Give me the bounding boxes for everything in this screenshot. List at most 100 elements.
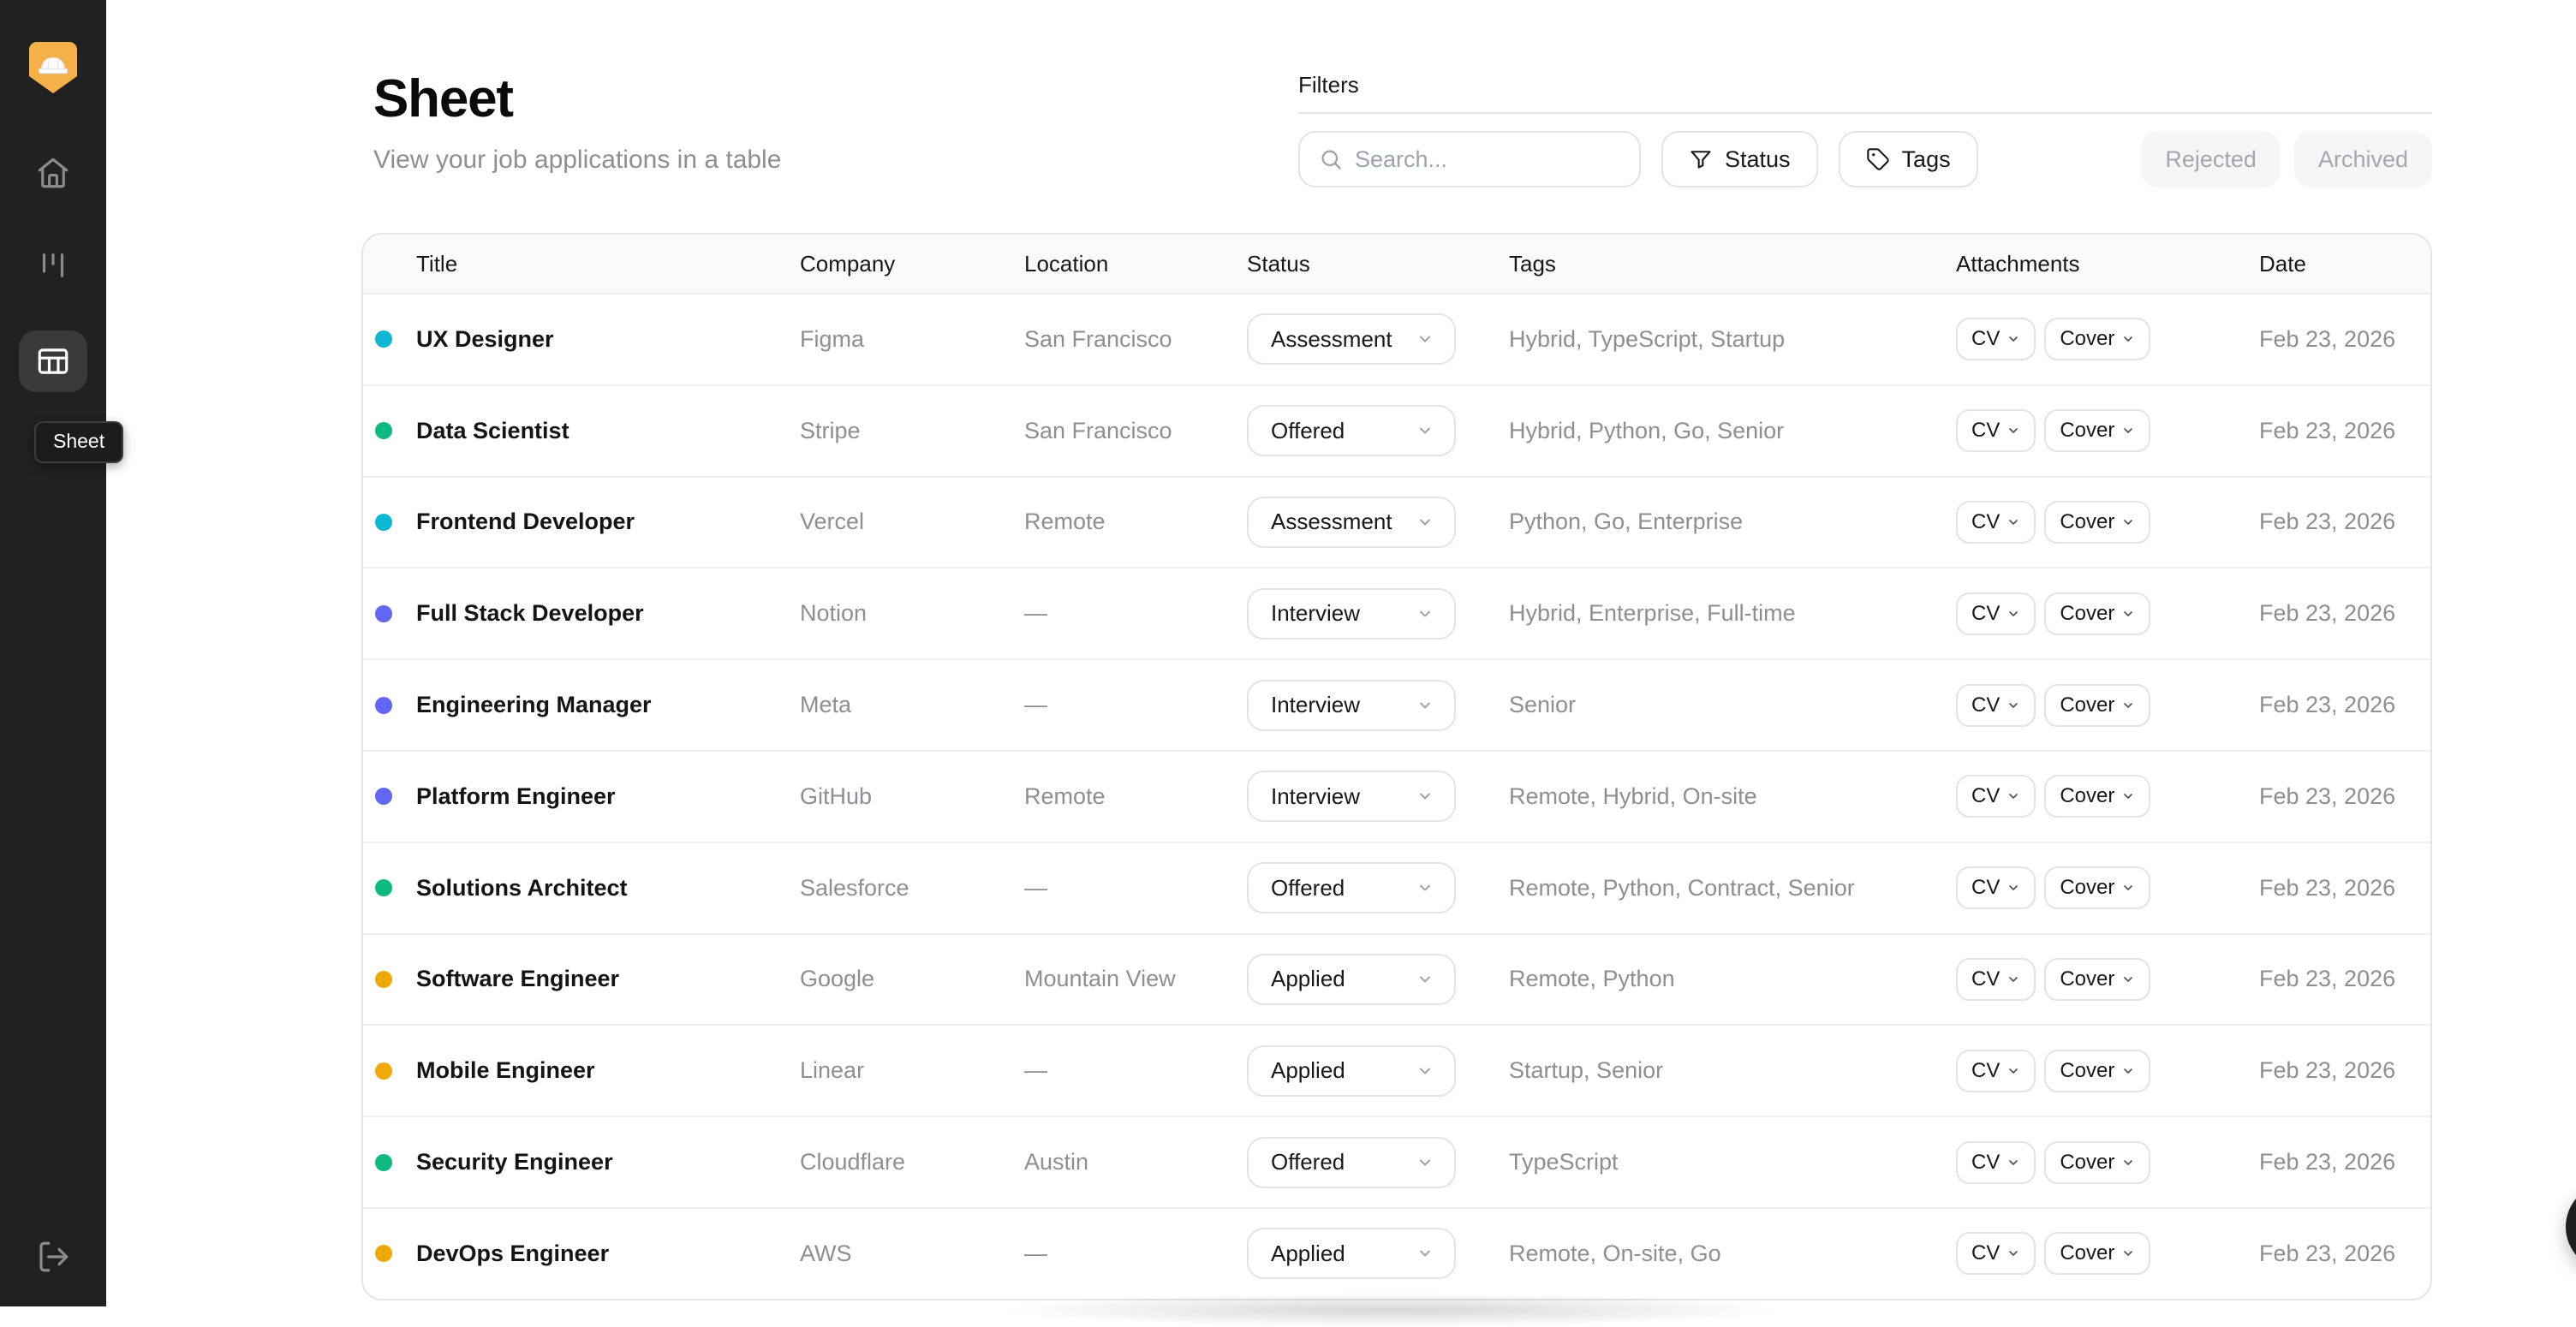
cv-attachment-button[interactable]: CV: [1956, 318, 2036, 361]
sidebar-item-home[interactable]: [19, 142, 87, 204]
cover-attachment-button[interactable]: Cover: [2044, 1232, 2151, 1276]
company-cell: Vercel: [800, 509, 865, 535]
status-cell: Interview: [1247, 771, 1509, 823]
status-dropdown[interactable]: Interview: [1247, 679, 1456, 731]
table-row[interactable]: UX Designer Figma San Francisco Assessme…: [363, 295, 2430, 386]
sidebar-item-logout[interactable]: [19, 1226, 87, 1288]
job-title-cell: Software Engineer: [363, 966, 800, 992]
table-row[interactable]: Engineering Manager Meta — Interview Sen…: [363, 660, 2430, 752]
status-dropdown[interactable]: Applied: [1247, 1044, 1456, 1097]
cv-label: CV: [1971, 1058, 2001, 1082]
cover-label: Cover: [2060, 876, 2115, 900]
home-icon: [38, 158, 69, 188]
tags-cell: Remote, Python: [1509, 966, 1675, 992]
applications-table: Title Company Location Status Tags Attac…: [361, 233, 2432, 1300]
table-row[interactable]: Security Engineer Cloudflare Austin Offe…: [363, 1117, 2430, 1209]
tags-cell: Hybrid, Enterprise, Full-time: [1509, 600, 1796, 627]
table-row[interactable]: Frontend Developer Vercel Remote Assessm…: [363, 477, 2430, 569]
date-cell: Feb 23, 2026: [2259, 1057, 2396, 1084]
cv-label: CV: [1971, 784, 2001, 808]
cv-label: CV: [1971, 1150, 2001, 1174]
cv-label: CV: [1971, 509, 2001, 533]
cover-attachment-button[interactable]: Cover: [2044, 318, 2151, 361]
chevron-down-icon: [1420, 793, 1430, 800]
chevron-down-icon: [2124, 1159, 2133, 1165]
cover-attachment-button[interactable]: Cover: [2044, 683, 2151, 727]
cv-attachment-button[interactable]: CV: [1956, 683, 2036, 727]
sidebar-item-kanban[interactable]: [19, 235, 87, 296]
search-input[interactable]: [1355, 146, 1620, 173]
search-box[interactable]: [1298, 131, 1641, 187]
tags-filter-label: Tags: [1901, 146, 1951, 172]
chevron-down-icon: [2009, 1159, 2018, 1165]
status-dropdown[interactable]: Offered: [1247, 862, 1456, 914]
status-dot: [375, 879, 392, 897]
status-dot: [375, 788, 392, 806]
date-cell: Feb 23, 2026: [2259, 966, 2396, 992]
cv-attachment-button[interactable]: CV: [1956, 592, 2036, 635]
funnel-icon: [1690, 151, 1711, 169]
main-content: Sheet View your job applications in a ta…: [106, 0, 2576, 1327]
status-dropdown[interactable]: Applied: [1247, 953, 1456, 1005]
location-cell: San Francisco: [1024, 325, 1172, 352]
location-cell: —: [1024, 874, 1047, 901]
table-row[interactable]: DevOps Engineer AWS — Applied Remote, On…: [363, 1208, 2430, 1299]
kanban-icon: [42, 253, 64, 277]
table-row[interactable]: Software Engineer Google Mountain View A…: [363, 934, 2430, 1026]
cv-attachment-button[interactable]: CV: [1956, 1049, 2036, 1092]
cover-attachment-button[interactable]: Cover: [2044, 1049, 2151, 1092]
cover-attachment-button[interactable]: Cover: [2044, 866, 2151, 910]
status-cell: Offered: [1247, 862, 1509, 914]
cv-attachment-button[interactable]: CV: [1956, 500, 2036, 544]
table-row[interactable]: Platform Engineer GitHub Remote Intervie…: [363, 751, 2430, 843]
column-header-location: Location: [1024, 250, 1109, 277]
chevron-down-icon: [2124, 428, 2133, 434]
cv-attachment-button[interactable]: CV: [1956, 409, 2036, 453]
cv-attachment-button[interactable]: CV: [1956, 1232, 2036, 1276]
cv-attachment-button[interactable]: CV: [1956, 957, 2036, 1001]
status-dropdown[interactable]: Interview: [1247, 587, 1456, 640]
job-title-cell: Platform Engineer: [363, 783, 800, 810]
status-dropdown[interactable]: Assessment: [1247, 313, 1456, 366]
table-row[interactable]: Full Stack Developer Notion — Interview …: [363, 568, 2430, 661]
job-title-cell: Solutions Architect: [363, 875, 800, 902]
status-dropdown[interactable]: Applied: [1247, 1228, 1456, 1280]
status-dropdown[interactable]: Offered: [1247, 405, 1456, 457]
add-application-button[interactable]: [2566, 1183, 2576, 1270]
table-row[interactable]: Data Scientist Stripe San Francisco Offe…: [363, 385, 2430, 478]
archived-filter-button[interactable]: Archived: [2293, 131, 2432, 187]
status-dropdown[interactable]: Offered: [1247, 1136, 1456, 1188]
status-value: Offered: [1271, 417, 1345, 443]
sidebar-item-sheet[interactable]: [19, 330, 87, 392]
logout-icon: [39, 1241, 69, 1272]
cover-attachment-button[interactable]: Cover: [2044, 775, 2151, 818]
date-cell: Feb 23, 2026: [2259, 783, 2396, 809]
status-cell: Interview: [1247, 587, 1509, 640]
cover-attachment-button[interactable]: Cover: [2044, 957, 2151, 1001]
cover-attachment-button[interactable]: Cover: [2044, 500, 2151, 544]
company-cell: Meta: [800, 692, 852, 718]
status-dropdown[interactable]: Interview: [1247, 771, 1456, 823]
status-value: Interview: [1271, 600, 1361, 627]
cover-attachment-button[interactable]: Cover: [2044, 592, 2151, 635]
rejected-filter-button[interactable]: Rejected: [2141, 131, 2281, 187]
status-value: Applied: [1271, 966, 1345, 992]
cv-label: CV: [1971, 1241, 2001, 1265]
chevron-down-icon: [1420, 519, 1430, 526]
table-row[interactable]: Mobile Engineer Linear — Applied Startup…: [363, 1026, 2430, 1118]
column-header-title: Title: [416, 250, 458, 277]
date-cell: Feb 23, 2026: [2259, 600, 2396, 627]
cover-attachment-button[interactable]: Cover: [2044, 1140, 2151, 1184]
chevron-down-icon: [1420, 976, 1430, 983]
table-row[interactable]: Solutions Architect Salesforce — Offered…: [363, 842, 2430, 935]
status-dropdown[interactable]: Assessment: [1247, 496, 1456, 548]
cv-attachment-button[interactable]: CV: [1956, 775, 2036, 818]
tags-filter-button[interactable]: Tags: [1838, 131, 1978, 187]
status-filter-button[interactable]: Status: [1661, 131, 1818, 187]
status-cell: Offered: [1247, 1136, 1509, 1188]
cv-attachment-button[interactable]: CV: [1956, 866, 2036, 910]
tag-icon: [1866, 148, 1889, 170]
cover-attachment-button[interactable]: Cover: [2044, 409, 2151, 453]
cv-attachment-button[interactable]: CV: [1956, 1140, 2036, 1184]
job-title-cell: Mobile Engineer: [363, 1057, 800, 1084]
